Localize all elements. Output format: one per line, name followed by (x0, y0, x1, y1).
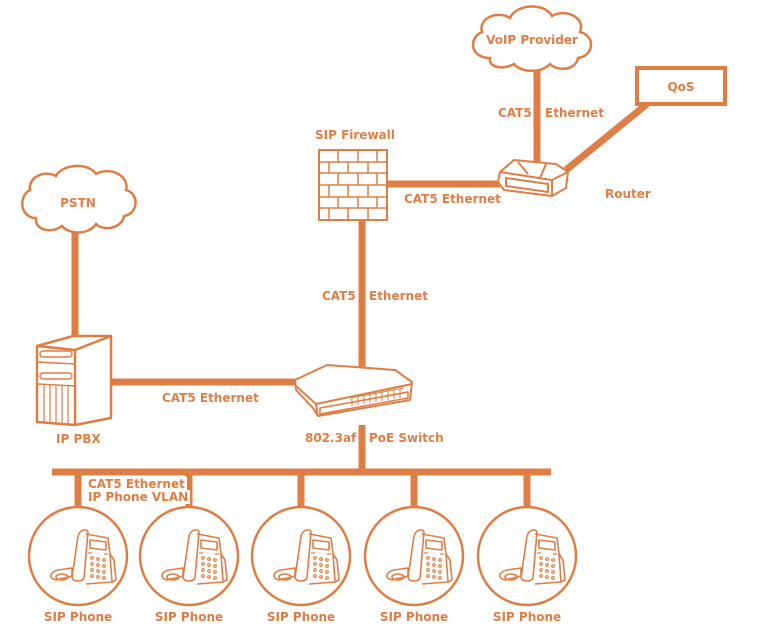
voip-router-link-right-label: Ethernet (545, 106, 604, 120)
router-label: Router (605, 187, 651, 201)
poe-switch-icon (294, 364, 413, 417)
sip-phone-3 (250, 505, 352, 607)
pbx-switch-link-label: CAT5 Ethernet (162, 391, 259, 405)
ip-pbx-label: IP PBX (56, 432, 101, 446)
sip-phone-label: SIP Phone (154, 610, 224, 624)
phone-circle (476, 505, 578, 607)
sip-phone-label: SIP Phone (266, 610, 336, 624)
sip-phone-1 (27, 505, 129, 607)
phone-circle (138, 505, 240, 607)
qos-label: QoS (667, 80, 695, 94)
firewall-switch-link-left-label: CAT5 (322, 289, 356, 303)
pstn-label: PSTN (60, 196, 96, 210)
voip-provider-label: VoIP Provider (486, 33, 578, 47)
firewall-icon (318, 149, 388, 221)
phone-circle (250, 505, 352, 607)
poe-switch-left-label: 802.3af (305, 431, 357, 445)
ip-pbx-server-icon (35, 334, 113, 427)
voip-router-link-left-label: CAT5 (498, 106, 532, 120)
network-diagram (21, 5, 727, 607)
sip-phone-label: SIP Phone (379, 610, 449, 624)
phone-bus-label-line1: CAT5 Ethernet (86, 477, 187, 491)
phone-circle (363, 505, 465, 607)
sip-phone-5 (476, 505, 578, 607)
firewall-router-link-label: CAT5 Ethernet (404, 192, 501, 206)
firewall-switch-link-right-label: Ethernet (369, 289, 428, 303)
sip-phone-2 (138, 505, 240, 607)
router-icon (497, 159, 569, 197)
phone-bus-label-line2: IP Phone VLAN (86, 490, 191, 504)
sip-phone-label: SIP Phone (43, 610, 113, 624)
sip-phone-label: SIP Phone (492, 610, 562, 624)
phone-circle (27, 505, 129, 607)
poe-switch-right-label: PoE Switch (369, 431, 444, 445)
sip-firewall-label: SIP Firewall (315, 128, 395, 142)
sip-phone-4 (363, 505, 465, 607)
